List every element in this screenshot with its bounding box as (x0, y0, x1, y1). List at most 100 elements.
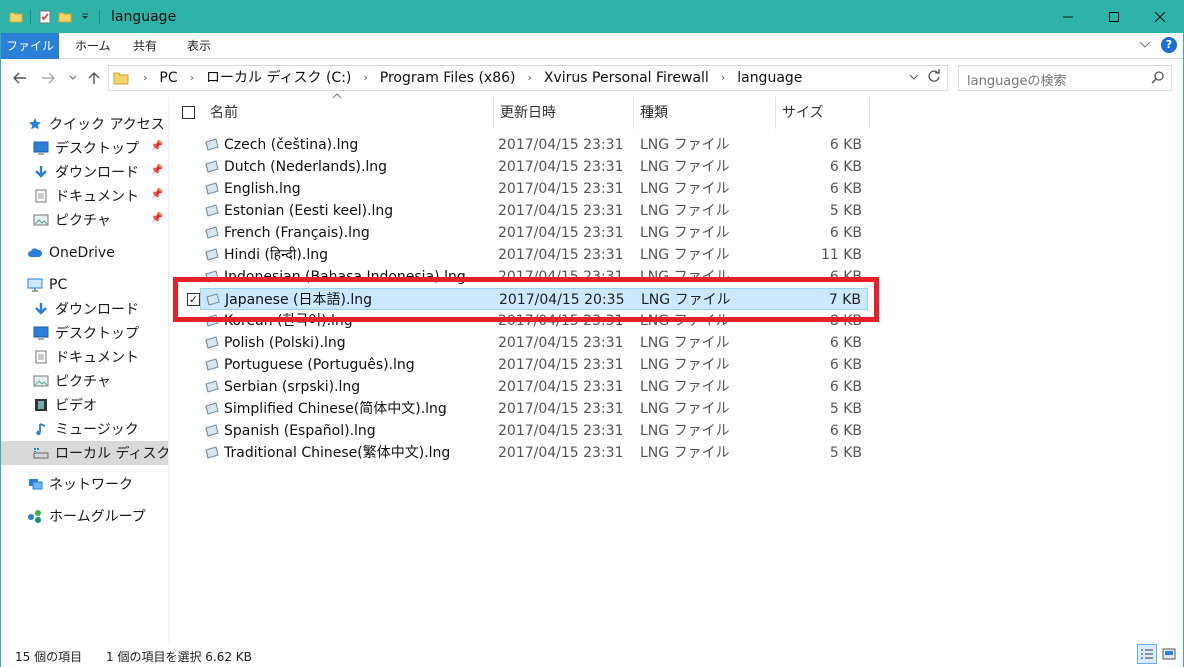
select-all-checkbox[interactable] (182, 106, 195, 119)
column-date[interactable]: 更新日時 (494, 97, 634, 129)
tab-view[interactable]: 表示 (175, 33, 223, 59)
breadcrumb-language[interactable]: language (729, 66, 810, 90)
file-date: 2017/04/15 23:31 (498, 159, 624, 175)
sidebar-item-desktop[interactable]: デスクトップ 📌 (1, 136, 168, 160)
search-input[interactable]: languageの検索 (958, 65, 1172, 91)
tab-file[interactable]: ファイル (1, 33, 59, 59)
close-button[interactable] (1137, 1, 1183, 33)
file-date: 2017/04/15 20:35 (499, 292, 625, 308)
chevron-right-icon[interactable]: › (139, 66, 151, 90)
file-size: 6 KB (829, 159, 862, 175)
file-type: LNG ファイル (640, 445, 730, 461)
sidebar-item-documents[interactable]: ドキュメント 📌 (1, 184, 168, 208)
file-size: 6 KB (829, 423, 862, 439)
chevron-right-icon[interactable]: › (359, 66, 371, 90)
pin-icon: 📌 (150, 189, 163, 200)
tab-home[interactable]: ホーム (63, 33, 123, 59)
new-folder-icon[interactable] (56, 8, 74, 26)
file-size: 8 KB (829, 313, 862, 329)
file-size: 6 KB (829, 357, 862, 373)
file-date: 2017/04/15 23:31 (498, 445, 624, 461)
tab-share[interactable]: 共有 (121, 33, 169, 59)
table-row[interactable]: Serbian (srpski).lng 2017/04/15 23:31 LNG … (200, 376, 868, 398)
sidebar-item-pc[interactable]: PC (1, 273, 168, 297)
sidebar-item-label: ビデオ (55, 398, 97, 414)
up-button[interactable] (85, 69, 103, 87)
download-arrow-icon (33, 164, 49, 180)
refresh-icon[interactable] (927, 69, 941, 87)
lng-file-icon (204, 159, 220, 175)
table-row[interactable]: Estonian (Eesti keel).lng 2017/04/15 23:3… (200, 200, 868, 222)
breadcrumb-program-files[interactable]: Program Files (x86) (372, 66, 524, 90)
table-row[interactable]: Indonesian (Bahasa Indonesia).lng 2017/04… (200, 266, 868, 288)
picture-icon (33, 373, 49, 389)
separator (99, 10, 100, 24)
file-name: Dutch (Nederlands).lng (224, 159, 388, 175)
expand-ribbon-icon[interactable] (1139, 38, 1151, 53)
recent-locations-button[interactable] (64, 69, 82, 87)
table-row[interactable]: Czech (čeština).lng 2017/04/15 23:31 LNG フ… (200, 134, 868, 156)
sidebar-item-pc-videos[interactable]: ビデオ (1, 393, 168, 417)
table-row[interactable]: Polish (Polski).lng 2017/04/15 23:31 LNG フ… (200, 332, 868, 354)
pin-icon: 📌 (150, 213, 163, 224)
address-bar[interactable]: › PC › ローカル ディスク (C:) › Program Files (x… (108, 65, 948, 91)
table-row-selected[interactable]: ✓ Japanese (日本語).lng 2017/04/15 20:35 LNG フ… (187, 288, 868, 310)
breadcrumb-local-disk[interactable]: ローカル ディスク (C:) (198, 66, 359, 90)
breadcrumb-xvirus[interactable]: Xvirus Personal Firewall (536, 66, 717, 90)
sidebar-item-onedrive[interactable]: OneDrive (1, 241, 168, 265)
row-checkbox[interactable]: ✓ (187, 293, 200, 306)
customize-dropdown-icon[interactable] (76, 8, 94, 26)
sidebar-item-homegroup[interactable]: ホームグループ (1, 504, 168, 528)
file-type: LNG ファイル (640, 247, 730, 263)
large-icons-view-button[interactable] (1159, 644, 1179, 664)
table-row[interactable]: Hindi (हिन्दी).lng 2017/04/15 23:31 LNG ファ… (200, 244, 868, 266)
file-size: 6 KB (829, 137, 862, 153)
breadcrumb-pc[interactable]: PC (151, 66, 185, 90)
sidebar-item-label: ミュージック (55, 422, 139, 438)
sidebar-item-pc-music[interactable]: ミュージック (1, 417, 168, 441)
file-date: 2017/04/15 23:31 (498, 225, 624, 241)
table-row[interactable]: Portuguese (Português).lng 2017/04/15 23:… (200, 354, 868, 376)
sidebar-item-pc-pictures[interactable]: ピクチャ (1, 369, 168, 393)
properties-icon[interactable] (36, 8, 54, 26)
column-type[interactable]: 種類 (634, 97, 776, 129)
file-size: 5 KB (829, 445, 862, 461)
table-row[interactable]: French (Français).lng 2017/04/15 23:31 LNG… (200, 222, 868, 244)
file-size: 6 KB (829, 225, 862, 241)
column-name[interactable]: 名前 (204, 97, 494, 129)
sidebar-item-pc-desktop[interactable]: デスクトップ (1, 321, 168, 345)
lng-file-icon (204, 313, 220, 329)
table-row[interactable]: Korean (한국어).lng 2017/04/15 23:31 LNG ファイル… (200, 310, 868, 332)
lng-file-icon (204, 335, 220, 351)
maximize-button[interactable] (1091, 1, 1137, 33)
chevron-right-icon[interactable]: › (186, 66, 198, 90)
address-dropdown-icon[interactable] (909, 70, 919, 85)
sidebar-item-pc-documents[interactable]: ドキュメント (1, 345, 168, 369)
file-list: 名前 更新日時 種類 サイズ Czech (čeština).lng 2017/0… (170, 93, 1183, 642)
file-date: 2017/04/15 23:31 (498, 357, 624, 373)
music-note-icon (33, 421, 49, 437)
column-size[interactable]: サイズ (776, 97, 870, 129)
table-row[interactable]: Traditional Chinese(繁体中文).lng 2017/04/15 … (200, 442, 868, 464)
search-icon[interactable] (1151, 70, 1165, 88)
sidebar-item-quick-access[interactable]: クイック アクセス (1, 112, 168, 136)
sidebar-item-pc-downloads[interactable]: ダウンロード (1, 297, 168, 321)
chevron-right-icon[interactable]: › (524, 66, 536, 90)
minimize-button[interactable] (1045, 1, 1091, 33)
help-icon[interactable]: ? (1161, 37, 1177, 53)
film-icon (33, 397, 49, 413)
table-row[interactable]: Dutch (Nederlands).lng 2017/04/15 23:31 LN… (200, 156, 868, 178)
table-row[interactable]: Spanish (Español).lng 2017/04/15 23:31 LNG… (200, 420, 868, 442)
back-button[interactable] (11, 69, 29, 87)
details-view-button[interactable] (1137, 644, 1157, 664)
sidebar-item-pictures[interactable]: ピクチャ 📌 (1, 208, 168, 232)
sidebar-item-downloads[interactable]: ダウンロード 📌 (1, 160, 168, 184)
forward-button[interactable] (39, 69, 57, 87)
chevron-right-icon[interactable]: › (717, 66, 729, 90)
table-row[interactable]: Simplified Chinese(简体中文).lng 2017/04/15 2… (200, 398, 868, 420)
sidebar-item-local-disk[interactable]: ローカル ディスク (1, 441, 168, 465)
sidebar-item-network[interactable]: ネットワーク (1, 472, 168, 496)
file-date: 2017/04/15 23:31 (498, 181, 624, 197)
table-row[interactable]: English.lng 2017/04/15 23:31 LNG ファイル 6 KB (200, 178, 868, 200)
file-type: LNG ファイル (640, 379, 730, 395)
